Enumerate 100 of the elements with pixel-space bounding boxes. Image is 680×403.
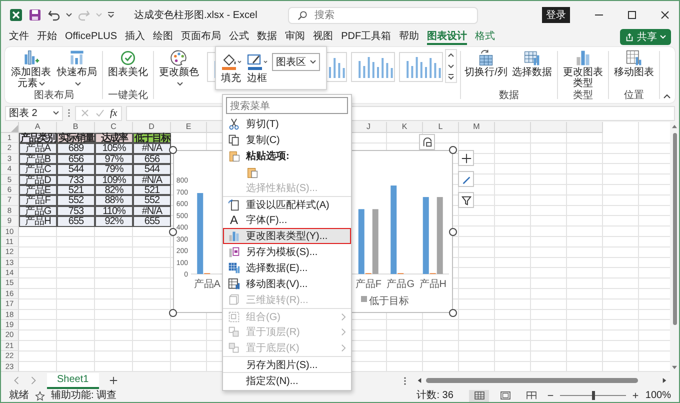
- chart-beautify-button[interactable]: 图表美化: [106, 49, 150, 78]
- resize-handle[interactable]: [169, 146, 177, 154]
- undo-icon[interactable]: [47, 8, 61, 22]
- sheet-tab[interactable]: Sheet1: [47, 372, 99, 388]
- menu-item[interactable]: A 字体(F)...: [223, 212, 351, 228]
- caret-icon[interactable]: [66, 13, 72, 17]
- spreadsheet-app-icon[interactable]: [9, 8, 23, 22]
- ribbon-tab[interactable]: 图表设计: [427, 30, 468, 44]
- ribbon-tab[interactable]: 插入: [125, 30, 146, 44]
- ribbon-tab[interactable]: 格式: [475, 30, 496, 44]
- zoom-slider-thumb[interactable]: [592, 391, 595, 400]
- add-sheet-icon[interactable]: [108, 376, 118, 385]
- table-cell: 655: [133, 216, 171, 227]
- more-options-icon[interactable]: [67, 107, 71, 119]
- add-chart-element-button[interactable]: 添加图表元素: [9, 49, 53, 89]
- column-header[interactable]: D: [133, 122, 171, 133]
- group-label: 图表布局: [34, 90, 74, 101]
- ribbon-tab[interactable]: 视图: [313, 30, 334, 44]
- caret-icon: [660, 35, 666, 39]
- column-header[interactable]: C: [95, 122, 133, 133]
- count-summary: 计数: 36: [416, 390, 454, 402]
- menu-item[interactable]: 复制(C): [223, 132, 351, 148]
- column-header[interactable]: J: [351, 122, 387, 133]
- select-data-button[interactable]: 选择数据: [510, 49, 554, 78]
- customize-toolbar-icon[interactable]: [107, 12, 115, 18]
- resize-handle[interactable]: [449, 309, 457, 317]
- menu-item[interactable]: 另存为模板(S)...: [223, 244, 351, 260]
- save-icon[interactable]: [28, 8, 42, 22]
- change-colors-button[interactable]: 更改颜色: [157, 49, 201, 89]
- vertical-scrollbar[interactable]: [670, 122, 679, 372]
- scroll-down-icon[interactable]: [447, 62, 455, 70]
- menu-item[interactable]: 另存为图片(S)...: [223, 356, 351, 372]
- zoom-level[interactable]: 100%: [645, 390, 671, 402]
- border-button[interactable]: 边框: [246, 52, 268, 84]
- chart-style-thumbnail[interactable]: [399, 52, 443, 82]
- chart-element-dropdown[interactable]: 图表区: [272, 53, 320, 71]
- zoom-out-icon[interactable]: [547, 392, 554, 399]
- column-header[interactable]: M: [459, 122, 495, 133]
- layout-options-icon: [422, 136, 432, 148]
- normal-view-button[interactable]: [469, 390, 490, 402]
- table-cell: 82%: [95, 184, 133, 196]
- layout-options-button[interactable]: [419, 134, 435, 150]
- pen-border-icon: [246, 52, 268, 70]
- column-header[interactable]: E: [171, 122, 207, 133]
- switch-row-column-button[interactable]: 切换行/列: [464, 49, 508, 78]
- ribbon-tab[interactable]: 公式: [229, 30, 250, 44]
- ribbon-tab[interactable]: 帮助: [399, 30, 420, 44]
- column-header[interactable]: L: [423, 122, 459, 133]
- zoom-in-icon[interactable]: [632, 392, 640, 399]
- menu-item[interactable]: 移动图表(V)...: [223, 276, 351, 292]
- resize-handle[interactable]: [449, 146, 457, 154]
- chart-style-thumbnail[interactable]: [351, 52, 395, 82]
- table-cell: 552: [57, 195, 95, 206]
- ribbon-tab[interactable]: 开始: [37, 30, 57, 44]
- change-chart-type-button[interactable]: 更改图表类型: [561, 49, 605, 89]
- horizontal-scrollbar[interactable]: [417, 377, 667, 384]
- column-header[interactable]: K: [387, 122, 423, 133]
- scroll-down-icon[interactable]: [671, 365, 678, 370]
- accessibility-icon[interactable]: [35, 390, 45, 400]
- chart-styles-button[interactable]: [458, 171, 474, 187]
- scroll-up-icon[interactable]: [447, 51, 455, 59]
- sign-in-button[interactable]: 登录: [542, 7, 570, 23]
- menu-item[interactable]: 选择数据(E)...: [223, 260, 351, 276]
- menu-search-field[interactable]: 搜索菜单: [226, 97, 348, 114]
- close-icon: [660, 10, 670, 20]
- ribbon-tab[interactable]: 数据: [257, 30, 278, 44]
- add-element-button[interactable]: [458, 150, 474, 166]
- share-button[interactable]: 共享: [620, 29, 671, 45]
- quick-layout-button[interactable]: 快速布局: [55, 49, 99, 89]
- menu-item[interactable]: 剪切(T): [223, 116, 351, 132]
- ribbon-tab[interactable]: PDF工具箱: [341, 30, 392, 44]
- more-options-icon[interactable]: [403, 376, 407, 386]
- resize-handle[interactable]: [169, 228, 177, 236]
- fill-button[interactable]: 填充: [220, 52, 242, 84]
- table-cell: 产品F: [19, 195, 57, 206]
- scroll-up-icon[interactable]: [671, 124, 678, 129]
- collapse-ribbon-icon[interactable]: [663, 93, 671, 99]
- move-chart-button[interactable]: 移动图表: [612, 49, 656, 78]
- ribbon-tab[interactable]: OfficePLUS: [65, 30, 118, 44]
- scroll-left-icon[interactable]: [417, 377, 422, 384]
- ribbon-tab[interactable]: 绘图: [153, 30, 174, 44]
- ribbon-tab[interactable]: 页面布局: [181, 30, 222, 44]
- resize-handle[interactable]: [169, 309, 177, 317]
- ribbon-tab[interactable]: 文件: [9, 30, 29, 44]
- search-field[interactable]: 搜索: [288, 6, 478, 24]
- menu-item[interactable]: 重设以匹配样式(A): [223, 196, 351, 212]
- menu-item[interactable]: 更改图表类型(Y)...: [223, 228, 351, 244]
- column-header[interactable]: B: [57, 122, 95, 133]
- ribbon-tab[interactable]: 审阅: [285, 30, 306, 44]
- gallery-more-icon[interactable]: [447, 73, 455, 81]
- scroll-right-icon[interactable]: [662, 377, 667, 384]
- chart-filter-button[interactable]: [458, 192, 474, 208]
- accessibility-status[interactable]: 辅助功能: 调查: [51, 390, 117, 402]
- table-cell: 544: [133, 164, 171, 175]
- paste-option-icon[interactable]: [246, 166, 259, 178]
- table-cell: 产品D: [19, 174, 57, 185]
- menu-item[interactable]: 指定宏(N)...: [223, 372, 351, 388]
- column-header[interactable]: A: [19, 122, 57, 133]
- insert-function-button[interactable]: fx: [110, 108, 118, 118]
- name-box[interactable]: 图表 2: [5, 106, 63, 120]
